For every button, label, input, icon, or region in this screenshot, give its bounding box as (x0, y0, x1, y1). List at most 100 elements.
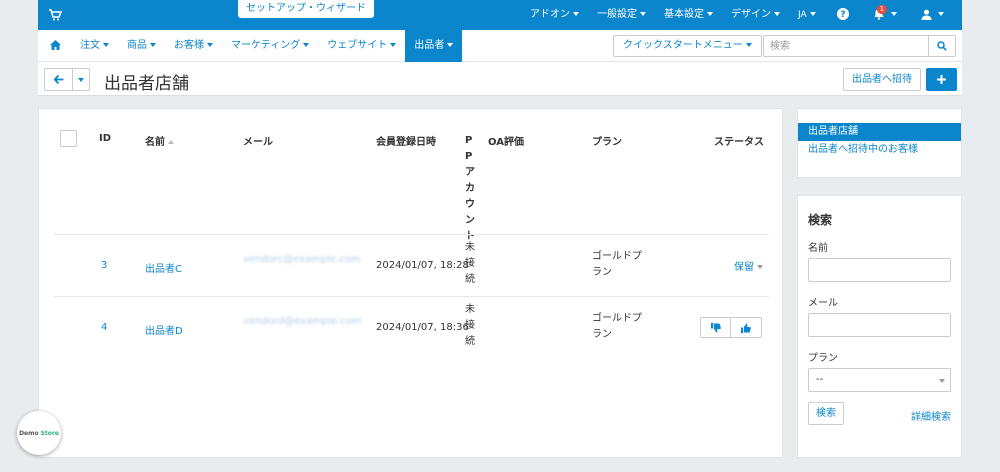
chevron-down-icon (150, 43, 156, 47)
column-header-pp-account: PPアカウント (465, 135, 475, 242)
chevron-down-icon (390, 43, 397, 47)
advanced-search-link[interactable]: 詳細検索 (911, 408, 951, 423)
chevron-down-icon (103, 43, 109, 47)
global-search-button[interactable] (928, 35, 956, 57)
sidebar-item-vendor-stores[interactable]: 出品者店舗 (798, 123, 961, 141)
global-search-input[interactable] (763, 35, 929, 57)
vendor-status-dropdown[interactable]: 保留 (734, 258, 763, 273)
column-header-status: ステータス (714, 137, 764, 148)
home-icon (50, 40, 61, 50)
column-header-oa-rating: OA評価 (488, 137, 524, 148)
decline-button[interactable] (701, 318, 731, 337)
column-header-plan: プラン (592, 137, 622, 148)
column-header-name[interactable]: 名前 (145, 133, 174, 148)
notification-count-badge: 1 (876, 5, 888, 14)
row-divider (54, 296, 769, 297)
user-menu[interactable] (911, 0, 962, 30)
nav-orders[interactable]: 注文 (71, 30, 118, 62)
chevron-down-icon (939, 379, 945, 383)
invite-vendor-button[interactable]: 出品者へ招待 (843, 68, 921, 91)
page-header: 出品者店舗 出品者へ招待 (38, 62, 962, 96)
nav-vendors[interactable]: 出品者 (405, 30, 463, 62)
back-dropdown-button[interactable] (73, 69, 89, 90)
select-all-checkbox[interactable] (60, 130, 77, 147)
thumbs-down-icon (710, 322, 721, 332)
chevron-down-icon (572, 12, 579, 16)
back-button-group (44, 68, 90, 91)
vendor-id-link[interactable]: 3 (101, 260, 107, 271)
sidebar-nav: 出品者店舗 出品者へ招待中のお客様 (797, 108, 962, 178)
plan-select[interactable]: -- (808, 368, 951, 392)
chevron-down-icon (890, 12, 897, 16)
demo-store-badge[interactable]: Demo Store (17, 411, 61, 455)
back-button[interactable] (45, 69, 73, 90)
vendor-id-link[interactable]: 4 (101, 322, 107, 333)
sidebar-item-invited-customers[interactable]: 出品者へ招待中のお客様 (798, 141, 961, 159)
search-panel-title: 検索 (808, 213, 833, 227)
chevron-down-icon (757, 265, 763, 269)
vendor-pp-status: 未接続 (465, 304, 475, 347)
chevron-down-icon (639, 12, 646, 16)
chevron-down-icon (938, 12, 944, 16)
main-nav: 注文 商品 お客様 マーケティング ウェブサイト 出品者 クイックスタートメニュ… (38, 30, 962, 62)
arrow-left-icon (53, 75, 63, 84)
notifications-button[interactable]: 1 (861, 0, 911, 30)
search-button[interactable]: 検索 (808, 402, 844, 425)
topnav-basic-settings[interactable]: 基本設定 (655, 0, 722, 30)
vendor-name-link[interactable]: 出品者D (145, 322, 183, 337)
row-divider (54, 234, 769, 235)
user-icon (921, 9, 932, 20)
chevron-down-icon (447, 43, 454, 47)
column-header-registered[interactable]: 会員登録日時 (376, 133, 436, 148)
svg-text:?: ? (840, 10, 845, 20)
nav-products[interactable]: 商品 (118, 30, 165, 62)
approval-button-group (700, 317, 762, 338)
home-button[interactable] (38, 30, 71, 62)
topnav-addons[interactable]: アドオン (521, 0, 588, 30)
email-label: メール (808, 298, 838, 309)
top-nav: アドオン 一般設定 基本設定 デザイン JA ? 1 (521, 0, 962, 30)
vendor-plan: ゴールドプラン (592, 251, 642, 278)
setup-wizard-button[interactable]: セットアップ・ウィザード (238, 0, 374, 18)
vendor-email: vendorc@example.com (243, 254, 361, 265)
vendor-name-link[interactable]: 出品者C (145, 260, 182, 275)
nav-marketing[interactable]: マーケティング (222, 30, 318, 62)
plus-icon (937, 75, 946, 84)
chevron-down-icon (809, 12, 816, 16)
nav-customers[interactable]: お客様 (165, 30, 222, 62)
approve-button[interactable] (731, 318, 761, 337)
search-icon (937, 41, 947, 51)
email-input[interactable] (808, 313, 951, 337)
quickstart-menu-button[interactable]: クイックスタートメニュー (613, 35, 762, 57)
vendor-registered-date: 2024/01/07, 18:36 (376, 322, 469, 333)
chevron-down-icon (773, 12, 780, 16)
help-icon: ? (836, 8, 849, 20)
cart-icon[interactable] (48, 8, 62, 22)
name-input[interactable] (808, 258, 951, 282)
vendor-registered-date: 2024/01/07, 18:28 (376, 260, 469, 271)
vendor-plan: ゴールドプラン (592, 313, 642, 340)
vendor-pp-status: 未接続 (465, 242, 475, 285)
chevron-down-icon (78, 77, 84, 82)
language-selector[interactable]: JA (789, 0, 825, 30)
column-header-email[interactable]: メール (243, 133, 273, 148)
name-label: 名前 (808, 243, 828, 254)
thumbs-up-icon (741, 323, 751, 333)
vendor-email: vendord@example.com (243, 316, 362, 327)
column-header-id[interactable]: ID (99, 133, 111, 144)
sort-asc-icon (168, 140, 174, 144)
nav-website[interactable]: ウェブサイト (318, 30, 405, 62)
top-bar: セットアップ・ウィザード アドオン 一般設定 基本設定 デザイン JA ? 1 (38, 0, 962, 30)
topnav-design[interactable]: デザイン (722, 0, 789, 30)
plan-label: プラン (808, 353, 838, 364)
chevron-down-icon (706, 12, 713, 16)
chevron-down-icon (745, 43, 752, 47)
page-title: 出品者店舗 (104, 74, 189, 94)
help-button[interactable]: ? (825, 0, 861, 30)
chevron-down-icon (303, 43, 310, 47)
topnav-general-settings[interactable]: 一般設定 (588, 0, 655, 30)
vendor-table-panel: ID 名前 メール 会員登録日時 PPアカウント OA評価 プラン ステータス … (38, 108, 783, 458)
search-panel: 検索 名前 メール プラン -- 検索 詳細検索 (797, 195, 962, 458)
chevron-down-icon (207, 43, 213, 47)
add-vendor-button[interactable] (926, 68, 957, 91)
